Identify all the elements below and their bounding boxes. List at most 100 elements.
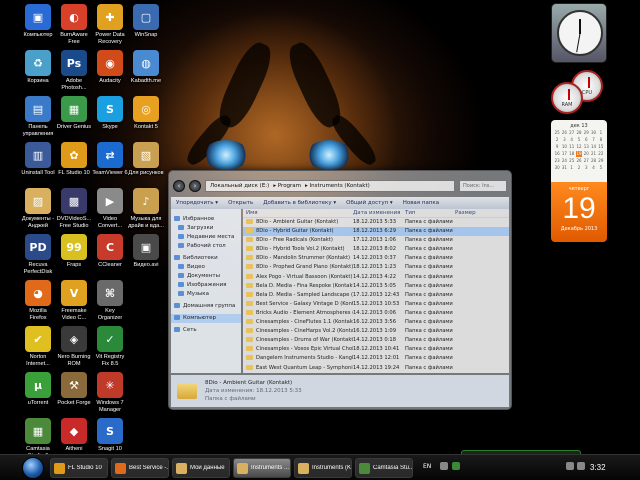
- volume-icon[interactable]: [577, 462, 585, 470]
- column-date-header[interactable]: Дата изменения: [353, 209, 405, 217]
- calendar-day[interactable]: 25: [554, 130, 560, 136]
- calendar-day[interactable]: 31: [561, 165, 567, 171]
- calendar-day[interactable]: 2: [576, 165, 582, 171]
- file-row[interactable]: Cinesamples - Voxos Epic Virtual Choir (…: [243, 345, 509, 354]
- file-row[interactable]: Alex Pogo - Virtual Bassoon (Kontakt) 14.…: [243, 273, 509, 282]
- file-row[interactable]: Bricks Audio - Element Atmospheres (Kont…: [243, 309, 509, 318]
- forward-button[interactable]: ›: [189, 180, 201, 192]
- calendar-day[interactable]: 21: [590, 151, 596, 157]
- nav-item[interactable]: Библиотеки: [171, 254, 241, 263]
- column-size-header[interactable]: Размер: [455, 209, 485, 217]
- back-button[interactable]: ‹: [173, 180, 185, 192]
- taskbar-button[interactable]: Мои данные: [172, 458, 230, 478]
- calendar-day[interactable]: 27: [569, 130, 575, 136]
- calendar-day[interactable]: 30: [554, 165, 560, 171]
- calendar-day[interactable]: 11: [569, 144, 575, 150]
- calendar-day[interactable]: 4: [590, 165, 596, 171]
- calendar-day[interactable]: 18: [569, 151, 575, 157]
- taskbar-button[interactable]: Instruments ...: [233, 458, 291, 478]
- calendar-day[interactable]: 10: [561, 144, 567, 150]
- calendar-day[interactable]: 26: [561, 130, 567, 136]
- desktop-icon[interactable]: S Snagit 10: [89, 418, 131, 453]
- file-row[interactable]: 8Dio - Mandolin Strummer (Kontakt) 14.12.…: [243, 254, 509, 263]
- address-part[interactable]: Instruments (Kontakt): [310, 183, 370, 189]
- desktop-icon[interactable]: ▧ Для рисунков: [125, 142, 167, 177]
- start-button[interactable]: [22, 457, 44, 479]
- nav-item[interactable]: Документы: [171, 272, 241, 281]
- calendar-day[interactable]: 7: [590, 137, 596, 143]
- open-button[interactable]: Открыть: [223, 200, 258, 206]
- calendar-day[interactable]: 25: [569, 158, 575, 164]
- file-row[interactable]: Cinesamples - CineHarps Vol.2 (Kontakt) 1…: [243, 327, 509, 336]
- file-row[interactable]: 8Dio - Ambient Guitar (Kontakt) 18.12.201…: [243, 218, 509, 227]
- new-folder-button[interactable]: Новая папка: [398, 200, 444, 206]
- file-row[interactable]: East West Quantum Leap - Symphonic Orc..…: [243, 364, 509, 373]
- tray-icon[interactable]: [452, 462, 460, 470]
- calendar-day[interactable]: 22: [598, 151, 604, 157]
- desktop-icon[interactable]: ◍ Kabadth.me: [125, 50, 167, 85]
- calendar-day[interactable]: 30: [590, 130, 596, 136]
- file-row[interactable]: Best Service - Galaxy Vintage D (Kontakt…: [243, 300, 509, 309]
- calendar-day[interactable]: 29: [583, 130, 589, 136]
- ram-meter-gadget[interactable]: RAM: [551, 82, 583, 114]
- network-icon[interactable]: [566, 462, 574, 470]
- desktop-icon[interactable]: ⌘ Key Organizer: [89, 280, 131, 322]
- language-indicator[interactable]: EN: [423, 463, 431, 470]
- desktop-icon[interactable]: ▣ Видео.avi: [125, 234, 167, 269]
- calendar-day[interactable]: 6: [583, 137, 589, 143]
- calendar-day[interactable]: 1: [598, 130, 604, 136]
- desktop-icon[interactable]: ✓ Vit Registry Fix 8.5: [89, 326, 131, 368]
- column-name-header[interactable]: Имя: [243, 209, 353, 217]
- nav-item[interactable]: Домашняя группа: [171, 302, 241, 311]
- calendar-day[interactable]: 14: [590, 144, 596, 150]
- file-row[interactable]: Cinesamples - CineFlutes 1.1 (Kontakt) 16…: [243, 318, 509, 327]
- clock-gadget[interactable]: [551, 3, 607, 63]
- calendar-day[interactable]: 13: [583, 144, 589, 150]
- nav-item[interactable]: Рабочий стол: [171, 242, 241, 251]
- calendar-day[interactable]: 2: [554, 137, 560, 143]
- organize-button[interactable]: Упорядочить ▾: [171, 200, 223, 206]
- calendar-day[interactable]: 8: [598, 137, 604, 143]
- file-row[interactable]: Bela D. Media - Sampled Landscape (Konta…: [243, 291, 509, 300]
- address-part[interactable]: Локальный диск (E:): [210, 183, 269, 189]
- address-bar[interactable]: Локальный диск (E:) ▸ Program ▸ Instrument…: [205, 180, 455, 192]
- nav-item[interactable]: Сеть: [171, 326, 241, 335]
- explorer-window[interactable]: ‹ › Локальный диск (E:) ▸ Program ▸ Instru…: [168, 170, 512, 410]
- desktop-icon[interactable]: ▢ WinSnap: [125, 4, 167, 39]
- nav-item[interactable]: Компьютер: [171, 314, 241, 323]
- taskbar-button[interactable]: Camtasia Stu...: [355, 458, 413, 478]
- taskbar-button[interactable]: Instruments (K...: [294, 458, 352, 478]
- calendar-day[interactable]: 26: [576, 158, 582, 164]
- calendar-day[interactable]: 19: [575, 151, 583, 157]
- file-row[interactable]: 8Dio - Prophed Grand Piano (Kontakt) 18.1…: [243, 263, 509, 272]
- file-row[interactable]: 8Dio - Free Radicals (Kontakt) 17.12.2013…: [243, 236, 509, 245]
- calendar-day[interactable]: 4: [569, 137, 575, 143]
- file-row[interactable]: Dangelem Instruments Studio - Kangling (…: [243, 354, 509, 363]
- calendar-day[interactable]: 3: [561, 137, 567, 143]
- tray-icon[interactable]: [440, 462, 448, 470]
- share-button[interactable]: Общий доступ ▾: [341, 200, 398, 206]
- calendar-day[interactable]: 23: [554, 158, 560, 164]
- calendar-day[interactable]: 5: [576, 137, 582, 143]
- nav-item[interactable]: Загрузки: [171, 224, 241, 233]
- nav-item[interactable]: Избранное: [171, 215, 241, 224]
- file-row[interactable]: Cinesamples - Drums of War (Kontakt) 14.1…: [243, 336, 509, 345]
- calendar-day[interactable]: 5: [598, 165, 604, 171]
- calendar-day[interactable]: 28: [590, 158, 596, 164]
- calendar-day[interactable]: 20: [583, 151, 589, 157]
- clock-time[interactable]: 3:32: [590, 463, 606, 472]
- taskbar-button[interactable]: FL Studio 10: [50, 458, 108, 478]
- add-to-library-button[interactable]: Добавить в библиотеку ▾: [258, 200, 341, 206]
- file-row[interactable]: Bela D. Media - Fina Respoke (Kontakt) 14…: [243, 282, 509, 291]
- calendar-day[interactable]: 9: [554, 144, 560, 150]
- calendar-gadget[interactable]: дек 13 25 26 27 28 29 30 1 2 3 4 5 6 7 8 9 10 11 12 13 14 15…: [551, 120, 607, 242]
- nav-item[interactable]: Изображения: [171, 281, 241, 290]
- nav-item[interactable]: Видео: [171, 263, 241, 272]
- calendar-day[interactable]: 28: [576, 130, 582, 136]
- calendar-day[interactable]: 16: [554, 151, 560, 157]
- calendar-day[interactable]: 24: [561, 158, 567, 164]
- column-type-header[interactable]: Тип: [405, 209, 455, 217]
- calendar-day[interactable]: 12: [576, 144, 582, 150]
- search-input[interactable]: Поиск: Ins...: [459, 180, 507, 192]
- desktop-icon[interactable]: ◎ Kontakt 5: [125, 96, 167, 131]
